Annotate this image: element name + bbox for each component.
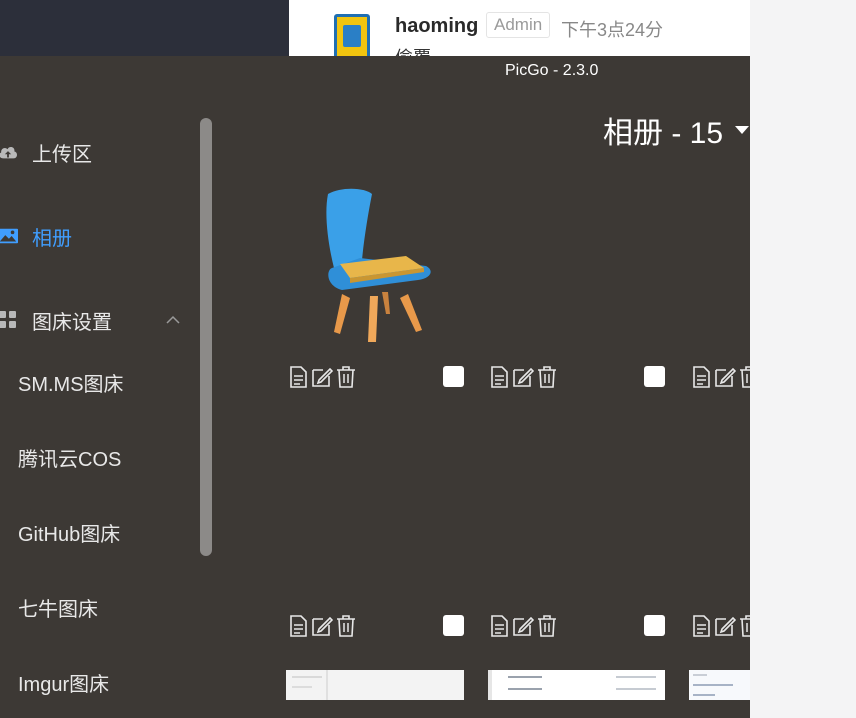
- image-icon: [0, 226, 18, 246]
- chevron-up-icon[interactable]: [165, 300, 183, 340]
- submenu-item-imgur[interactable]: Imgur图床: [18, 668, 109, 697]
- document-icon[interactable]: [689, 365, 713, 389]
- post-username[interactable]: haoming: [395, 15, 478, 38]
- post-time: 下午3点24分: [561, 20, 664, 40]
- sidebar-item-label: 相册: [32, 227, 72, 250]
- sidebar: 上传区 相册 图床设置 SM.MS图床 腾讯云COS GitHub图床 七牛图床…: [0, 86, 215, 718]
- image-select-checkbox[interactable]: [644, 366, 665, 387]
- album-title[interactable]: 相册 - 15: [603, 108, 750, 152]
- document-icon[interactable]: [286, 365, 310, 389]
- album-image-thumbnail[interactable]: [286, 670, 464, 700]
- background-dark-panel: [0, 0, 289, 56]
- edit-icon[interactable]: [713, 365, 737, 389]
- image-card-actions: [286, 614, 358, 638]
- picgo-window: PicGo - 2.3.0 上传区 相册 图床设置 SM.MS图床 腾讯云COS…: [0, 56, 750, 718]
- background-post-card: haoming Admin 下午3点24分 偷覆: [289, 0, 750, 56]
- image-select-checkbox[interactable]: [443, 615, 464, 636]
- delete-icon[interactable]: [535, 365, 559, 389]
- post-text: 偷覆: [395, 44, 431, 56]
- background-right-area: [750, 0, 856, 718]
- title-bar[interactable]: PicGo - 2.3.0: [0, 56, 750, 86]
- delete-icon[interactable]: [737, 365, 750, 389]
- image-card-actions: [689, 365, 750, 389]
- cloud-upload-icon: [0, 142, 18, 162]
- album-image-chair[interactable]: [320, 184, 440, 349]
- window-title: PicGo - 2.3.0: [505, 62, 599, 79]
- sidebar-item-label: 图床设置: [32, 311, 112, 334]
- sidebar-item-album[interactable]: 相册: [0, 216, 72, 256]
- sidebar-item-label: 上传区: [32, 143, 92, 166]
- document-icon[interactable]: [286, 614, 310, 638]
- album-title-text: 相册 - 15: [603, 117, 724, 150]
- edit-icon[interactable]: [310, 614, 334, 638]
- delete-icon[interactable]: [535, 614, 559, 638]
- edit-icon[interactable]: [511, 365, 535, 389]
- submenu-item-qiniu[interactable]: 七牛图床: [18, 593, 98, 622]
- image-card-actions: [487, 365, 559, 389]
- edit-icon[interactable]: [511, 614, 535, 638]
- document-icon[interactable]: [487, 614, 511, 638]
- edit-icon[interactable]: [713, 614, 737, 638]
- sidebar-item-upload[interactable]: 上传区: [0, 132, 92, 172]
- album-image-thumbnail[interactable]: [488, 670, 665, 700]
- delete-icon[interactable]: [334, 365, 358, 389]
- sidebar-item-picbed-settings[interactable]: 图床设置: [0, 300, 190, 340]
- image-card-actions: [286, 365, 358, 389]
- delete-icon[interactable]: [737, 614, 750, 638]
- submenu-item-tencent-cos[interactable]: 腾讯云COS: [18, 443, 121, 472]
- album-image-thumbnail[interactable]: [689, 670, 750, 700]
- image-card-actions: [487, 614, 559, 638]
- image-select-checkbox[interactable]: [443, 366, 464, 387]
- image-select-checkbox[interactable]: [644, 615, 665, 636]
- sidebar-scrollbar[interactable]: [200, 118, 212, 556]
- submenu-item-smms[interactable]: SM.MS图床: [18, 368, 124, 397]
- edit-icon[interactable]: [310, 365, 334, 389]
- delete-icon[interactable]: [334, 614, 358, 638]
- post-avatar[interactable]: [334, 14, 370, 56]
- chair-illustration: [326, 188, 431, 342]
- post-role-badge: Admin: [486, 12, 551, 38]
- document-icon[interactable]: [689, 614, 713, 638]
- grid-icon: [0, 310, 18, 330]
- image-card-actions: [689, 614, 750, 638]
- submenu-item-github[interactable]: GitHub图床: [18, 518, 120, 547]
- document-icon[interactable]: [487, 365, 511, 389]
- caret-down-icon[interactable]: [735, 126, 750, 134]
